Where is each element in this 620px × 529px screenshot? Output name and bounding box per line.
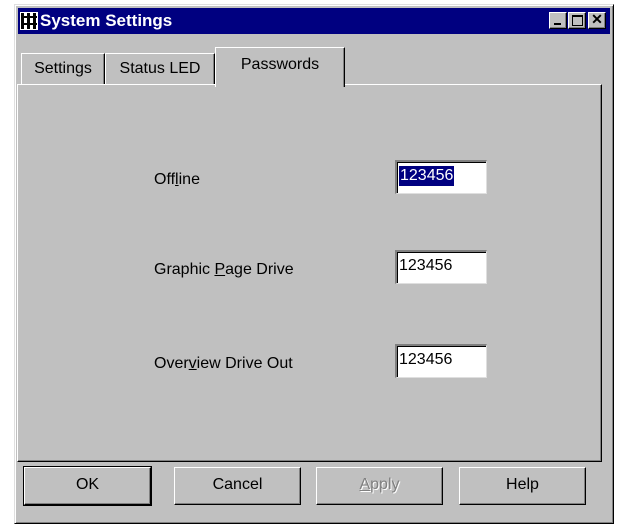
maximize-icon	[572, 15, 583, 26]
apply-button[interactable]: Apply	[316, 467, 443, 505]
minimize-button[interactable]	[549, 12, 567, 29]
close-button[interactable]: ✕	[588, 12, 606, 29]
offline-label: Offline	[154, 171, 200, 188]
minimize-icon	[554, 23, 561, 25]
cancel-button[interactable]: Cancel	[174, 467, 301, 505]
window-title: System Settings	[40, 11, 173, 30]
close-icon: ✕	[591, 11, 603, 27]
tab-passwords[interactable]: Passwords	[215, 47, 345, 87]
maximize-button[interactable]	[568, 12, 586, 29]
passwords-panel: Offline 123456 Graphic Page Drive 123456…	[17, 84, 602, 462]
graphic-page-drive-label: Graphic Page Drive	[154, 261, 294, 278]
tab-settings[interactable]: Settings	[21, 53, 105, 85]
help-button[interactable]: Help	[459, 467, 586, 505]
graphic-page-drive-password-field[interactable]: 123456	[395, 250, 487, 284]
offline-password-field[interactable]: 123456	[395, 160, 487, 194]
tab-status-led[interactable]: Status LED	[105, 53, 215, 85]
overview-drive-out-password-field[interactable]: 123456	[395, 344, 487, 378]
overview-drive-out-label: Overview Drive Out	[154, 355, 293, 372]
ok-button[interactable]: OK	[23, 466, 152, 506]
offline-password-value: 123456	[399, 166, 455, 186]
settings-grid-icon[interactable]	[20, 12, 38, 30]
title-bar[interactable]: System Settings ✕	[18, 8, 610, 34]
